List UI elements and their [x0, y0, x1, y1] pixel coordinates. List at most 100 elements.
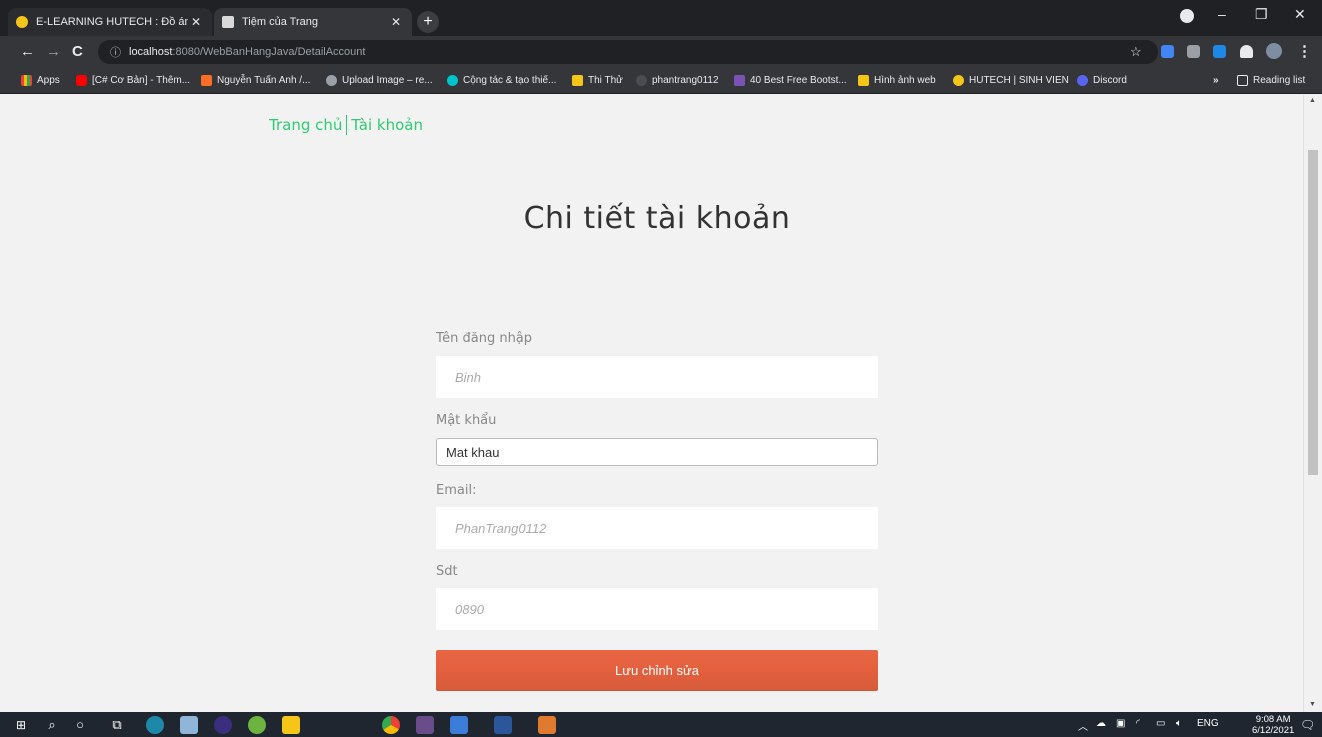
camera-extension-icon[interactable] [1187, 45, 1200, 58]
bookmark-thi-thu[interactable]: Thi Thử [572, 75, 623, 86]
reading-list-label: Reading list [1253, 75, 1306, 86]
page-scrollbar[interactable]: ▲ ▼ [1303, 95, 1322, 712]
scroll-up-icon[interactable]: ▲ [1309, 97, 1316, 104]
screenshot-extension-icon[interactable] [1213, 45, 1226, 58]
edge-icon[interactable] [146, 716, 164, 734]
bookmark-github[interactable]: phantrang0112 [636, 75, 719, 86]
close-icon[interactable]: ✕ [188, 15, 204, 29]
address-bar[interactable]: ⓘ localhost :8080/WebBanHangJava/DetailA… [98, 40, 1158, 64]
volume-icon[interactable]: 🔈︎ [1176, 718, 1182, 729]
notification-center-icon[interactable]: 🗨︎ [1300, 718, 1315, 732]
bookmark-bootstrap[interactable]: 40 Best Free Bootst... [734, 75, 847, 86]
language-indicator[interactable]: ENG [1197, 718, 1219, 729]
url-path: :8080/WebBanHangJava/DetailAccount [172, 46, 366, 58]
paint-icon[interactable] [180, 716, 198, 734]
tab-tiem-cua-trang[interactable]: Tiệm của Trang ✕ [214, 8, 412, 36]
page-title: Chi tiết tài khoản [523, 201, 791, 236]
info-icon[interactable]: ⓘ [110, 44, 121, 60]
exam-icon [572, 75, 583, 86]
bookmark-canva[interactable]: Cộng tác & tạo thiế... [447, 75, 556, 86]
folder-icon [858, 75, 869, 86]
scrollbar-thumb[interactable] [1308, 150, 1318, 475]
word-icon[interactable] [494, 716, 512, 734]
new-tab-button[interactable]: + [417, 11, 439, 33]
task-view-icon[interactable]: ⧉ [108, 716, 126, 734]
battery-icon[interactable]: ▭ [1156, 718, 1165, 729]
menu-kebab-icon[interactable]: ⋮ [1297, 43, 1312, 61]
tab-title: E-LEARNING HUTECH : Đồ án jav [36, 16, 188, 28]
extensions-puzzle-icon[interactable] [1240, 45, 1253, 58]
tab-elearning[interactable]: E-LEARNING HUTECH : Đồ án jav ✕ [8, 8, 212, 36]
url-host: localhost [129, 46, 173, 58]
bookmark-label: 40 Best Free Bootst... [750, 75, 847, 86]
avatar[interactable] [1266, 43, 1282, 59]
cortana-icon[interactable]: ○ [71, 716, 89, 734]
app-icon[interactable] [538, 716, 556, 734]
phone-label: Sdt [436, 564, 458, 579]
bookmark-label: [C# Cơ Bản] - Thêm... [92, 75, 191, 86]
file-explorer-icon[interactable] [282, 716, 300, 734]
search-icon[interactable]: ⌕ [43, 716, 61, 734]
tray-chevron-icon[interactable]: ︿ [1078, 718, 1088, 733]
meet-now-icon[interactable]: ▣ [1116, 718, 1125, 729]
discord-icon [1077, 75, 1088, 86]
bookmark-star-icon[interactable]: ☆ [1130, 44, 1142, 60]
bookmark-upload-image[interactable]: Upload Image – re... [326, 75, 433, 86]
bookmark-discord[interactable]: Discord [1077, 75, 1127, 86]
window-close-icon[interactable]: ✕ [1294, 6, 1306, 23]
browser-toolbar: ← → C ⓘ localhost :8080/WebBanHangJava/D… [0, 36, 1322, 68]
bookmark-label: Hình ảnh web [874, 75, 936, 86]
bookmark-label: Apps [37, 75, 60, 86]
wifi-icon[interactable]: ◜ [1136, 718, 1140, 729]
bookmark-label: Thi Thử [588, 75, 623, 86]
windows-taskbar: ⊞ ⌕ ○ ⧉ ︿ ☁ ▣ ◜ ▭ 🔈︎ ENG 9:08 AM 6/12/20… [0, 712, 1322, 737]
password-label: Mật khẩu [436, 413, 497, 428]
youtube-icon [76, 75, 87, 86]
scroll-down-icon[interactable]: ▼ [1309, 701, 1316, 708]
minimize-icon[interactable]: – [1218, 6, 1226, 22]
gitlab-icon [201, 75, 212, 86]
restore-icon[interactable]: ❐ [1255, 6, 1268, 23]
bookmark-label: phantrang0112 [652, 75, 719, 86]
username-label: Tên đăng nhập [436, 331, 533, 346]
translate-extension-icon[interactable] [1161, 45, 1174, 58]
bookmark-label: Cộng tác & tạo thiế... [463, 75, 557, 86]
forward-icon[interactable]: → [46, 43, 61, 61]
email-field[interactable] [436, 507, 878, 549]
bookmark-csharp[interactable]: [C# Cơ Bản] - Thêm... [76, 75, 190, 86]
username-field[interactable] [436, 356, 878, 398]
eclipse-icon[interactable] [214, 716, 232, 734]
bookmark-label: Discord [1093, 75, 1127, 86]
windows-start-icon[interactable]: ⊞ [12, 716, 30, 734]
spring-icon[interactable] [248, 716, 266, 734]
onedrive-icon[interactable]: ☁ [1096, 718, 1106, 729]
nav-link-account[interactable]: Tài khoản [351, 116, 423, 134]
bookmark-hutech[interactable]: HUTECH | SINH VIEN [953, 75, 1069, 86]
canva-icon [447, 75, 458, 86]
bookmark-hinh-anh-web[interactable]: Hình ảnh web [858, 75, 936, 86]
phone-field[interactable] [436, 588, 878, 630]
apps-grid-icon [21, 75, 32, 86]
chrome-icon[interactable] [382, 716, 400, 734]
hutech-favicon-icon [16, 16, 28, 28]
more-bookmarks-button[interactable]: » [1213, 75, 1219, 86]
bookmark-gitlab[interactable]: Nguyễn Tuấn Anh /... [201, 75, 310, 86]
clock-time: 9:08 AM [1255, 714, 1291, 725]
system-clock[interactable]: 9:08 AM 6/12/2021 [1252, 714, 1294, 736]
snipping-tool-icon[interactable] [450, 716, 468, 734]
reading-list-button[interactable]: Reading list [1237, 75, 1305, 86]
app-icon[interactable] [416, 716, 434, 734]
profile-icon[interactable] [1180, 9, 1194, 23]
save-changes-button[interactable]: Lưu chỉnh sửa [436, 650, 878, 691]
nav-link-home[interactable]: Trang chủ [269, 116, 342, 134]
breadcrumb: Trang chủ Tài khoản [269, 115, 423, 135]
bookmark-apps[interactable]: Apps [21, 75, 60, 86]
reload-icon[interactable]: C [72, 43, 83, 61]
back-icon[interactable]: ← [20, 43, 35, 61]
reading-list-icon [1237, 75, 1248, 86]
upload-icon [326, 75, 337, 86]
email-label: Email: [436, 483, 477, 498]
close-icon[interactable]: ✕ [388, 15, 404, 29]
hutech-icon [953, 75, 964, 86]
password-field[interactable] [436, 438, 878, 466]
